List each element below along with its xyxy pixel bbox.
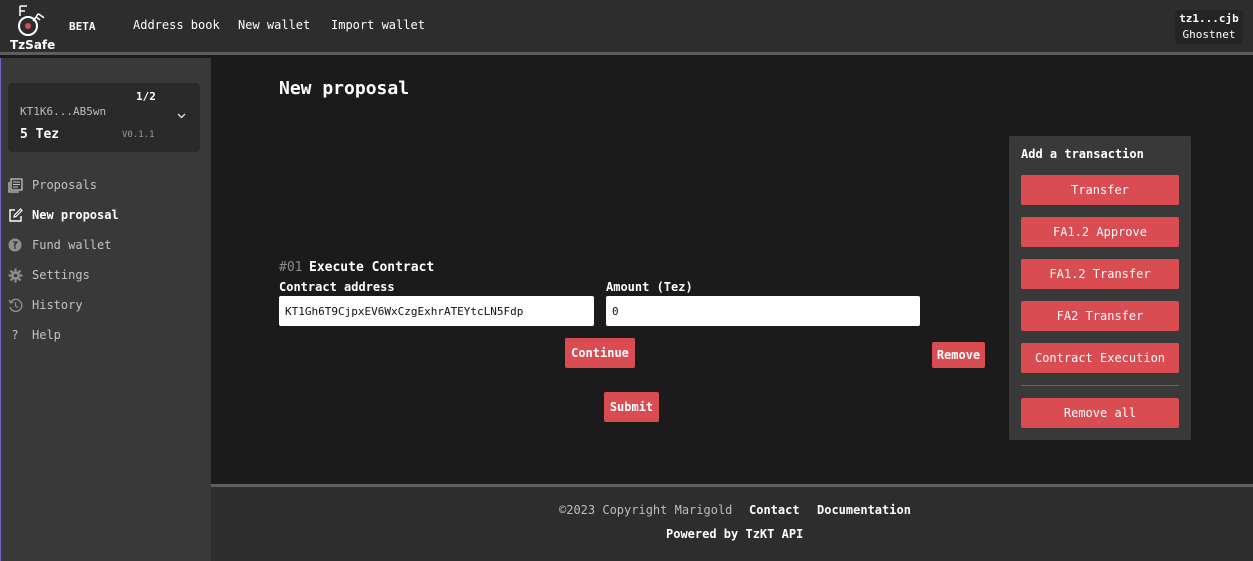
safe-logo-icon	[18, 5, 45, 36]
add-fa12-approve-button[interactable]: FA1.2 Approve	[1021, 217, 1179, 247]
beta-badge: BETA	[69, 20, 96, 33]
sidebar-item-label: Fund wallet	[32, 238, 112, 252]
edit-icon	[7, 207, 23, 223]
chevron-down-icon[interactable]	[177, 111, 186, 122]
network-name: Ghostnet	[1182, 28, 1236, 41]
list-icon	[7, 177, 23, 193]
nav-address-book[interactable]: Address book	[133, 18, 220, 32]
continue-button[interactable]: Continue	[565, 338, 635, 368]
add-transaction-title: Add a transaction	[1021, 147, 1144, 161]
remove-all-button[interactable]: Remove all	[1021, 398, 1179, 428]
sidebar-item-help[interactable]: ? Help	[7, 325, 61, 345]
nav-import-wallet[interactable]: Import wallet	[331, 18, 425, 32]
wallet-address: KT1K6...AB5wn	[20, 105, 107, 118]
wallet-balance: 5 Tez	[20, 127, 60, 142]
page-title: New proposal	[279, 78, 410, 99]
submit-button[interactable]: Submit	[604, 392, 659, 422]
sidebar-item-history[interactable]: History	[7, 295, 83, 315]
gear-icon	[7, 267, 23, 283]
logo-text: TzSafe	[10, 38, 56, 52]
transaction-index: #01	[279, 260, 303, 275]
documentation-link[interactable]: Documentation	[817, 503, 911, 517]
wallet-version: V0.1.1	[122, 130, 155, 140]
account-address: tz1...cjb	[1179, 12, 1239, 25]
sidebar-item-label: Help	[32, 328, 61, 342]
tzsafe-logo[interactable]: TzSafe	[8, 4, 58, 52]
top-bar: TzSafe BETA Address book New wallet Impo…	[0, 0, 1253, 55]
sidebar-item-proposals[interactable]: Proposals	[7, 175, 97, 195]
amount-label: Amount (Tez)	[606, 280, 693, 294]
tez-icon	[7, 237, 23, 253]
transaction-type: Execute Contract	[309, 260, 435, 275]
powered-by-text: Powered by TzKT API	[666, 527, 804, 541]
history-icon	[7, 297, 23, 313]
sidebar-item-label: Proposals	[32, 178, 98, 192]
main-content: New proposal #01 Execute Contract Contra…	[211, 58, 1253, 484]
remove-button[interactable]: Remove	[932, 342, 985, 368]
sidebar-item-label: New proposal	[32, 208, 119, 222]
wallet-signers: 1/2	[136, 90, 156, 103]
add-contract-execution-button[interactable]: Contract Execution	[1021, 343, 1179, 373]
panel-divider	[1021, 385, 1179, 386]
sidebar-item-fund-wallet[interactable]: Fund wallet	[7, 235, 111, 255]
contract-address-label: Contract address	[279, 280, 395, 294]
footer: ©2023 Copyright Marigold Contact Documen…	[211, 484, 1253, 561]
wallet-selector[interactable]: 1/2 KT1K6...AB5wn 5 Tez V0.1.1	[8, 83, 200, 152]
add-transaction-panel: Add a transaction Transfer FA1.2 Approve…	[1009, 136, 1191, 440]
contract-address-input[interactable]	[279, 296, 594, 326]
add-fa2-transfer-button[interactable]: FA2 Transfer	[1021, 301, 1179, 331]
sidebar-item-label: History	[32, 298, 83, 312]
question-icon: ?	[11, 328, 19, 342]
sidebar-item-settings[interactable]: Settings	[7, 265, 90, 285]
sidebar-item-new-proposal[interactable]: New proposal	[7, 205, 119, 225]
sidebar-item-label: Settings	[32, 268, 90, 282]
copyright-text: ©2023 Copyright Marigold	[559, 503, 733, 517]
amount-input[interactable]	[606, 296, 920, 326]
contact-link[interactable]: Contact	[749, 503, 800, 517]
account-button[interactable]: tz1...cjb Ghostnet	[1175, 10, 1243, 44]
add-fa12-transfer-button[interactable]: FA1.2 Transfer	[1021, 259, 1179, 289]
add-transfer-button[interactable]: Transfer	[1021, 175, 1179, 205]
sidebar: 1/2 KT1K6...AB5wn 5 Tez V0.1.1 Proposals…	[0, 58, 211, 561]
nav-new-wallet[interactable]: New wallet	[238, 18, 310, 32]
